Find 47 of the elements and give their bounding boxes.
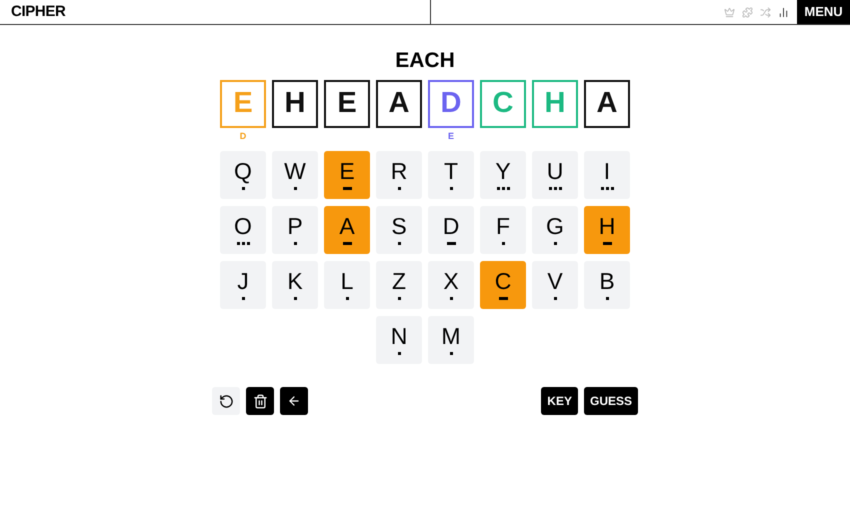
action-button[interactable]: GUESS	[584, 387, 638, 415]
keyboard-key[interactable]: U	[532, 151, 578, 199]
keyboard-key[interactable]: R	[376, 151, 422, 199]
keyboard-key[interactable]: L	[324, 261, 370, 309]
keyboard-key[interactable]: K	[272, 261, 318, 309]
trash-icon	[252, 394, 268, 408]
keyboard-key[interactable]: A	[324, 206, 370, 254]
menu-button[interactable]: MENU	[797, 0, 850, 24]
letter-tile: H	[272, 80, 318, 128]
bar-chart-icon[interactable]	[778, 6, 789, 18]
keyboard-key[interactable]: Z	[376, 261, 422, 309]
letter-tile: A	[584, 80, 630, 128]
keyboard-key[interactable]: T	[428, 151, 474, 199]
letter-tile: A	[376, 80, 422, 128]
letter-tile: E	[324, 80, 370, 128]
keyboard-key[interactable]: C	[480, 261, 526, 309]
logo: CIPHER	[11, 2, 66, 22]
hint-letter: E	[448, 131, 454, 141]
letter-tile: C	[480, 80, 526, 128]
keyboard-key[interactable]: N	[376, 316, 422, 364]
keyboard-key[interactable]: H	[584, 206, 630, 254]
keyboard-key[interactable]: X	[428, 261, 474, 309]
keyboard-key[interactable]: J	[220, 261, 266, 309]
letter-tile: H	[532, 80, 578, 128]
keyboard-key[interactable]: D	[428, 206, 474, 254]
answer-word: EACH	[395, 49, 455, 73]
keyboard-key[interactable]: P	[272, 206, 318, 254]
keyboard-key[interactable]: O	[220, 206, 266, 254]
back-button[interactable]	[280, 387, 308, 415]
hint-letter: D	[240, 131, 246, 141]
keyboard-key[interactable]: M	[428, 316, 474, 364]
keyboard-key[interactable]: W	[272, 151, 318, 199]
keyboard-key[interactable]: G	[532, 206, 578, 254]
letter-tile: E	[220, 80, 266, 128]
keyboard-key[interactable]: B	[584, 261, 630, 309]
action-button[interactable]: KEY	[541, 387, 578, 415]
keyboard-key[interactable]: V	[532, 261, 578, 309]
delete-button[interactable]	[246, 387, 274, 415]
letter-tile: D	[428, 80, 474, 128]
keyboard-key[interactable]: S	[376, 206, 422, 254]
keyboard-key[interactable]: F	[480, 206, 526, 254]
reset-button[interactable]	[212, 387, 240, 415]
keyboard-key[interactable]: Y	[480, 151, 526, 199]
reset-icon	[218, 394, 234, 408]
keyboard-key[interactable]: Q	[220, 151, 266, 199]
keyboard-key[interactable]: E	[324, 151, 370, 199]
keyboard-key[interactable]: I	[584, 151, 630, 199]
